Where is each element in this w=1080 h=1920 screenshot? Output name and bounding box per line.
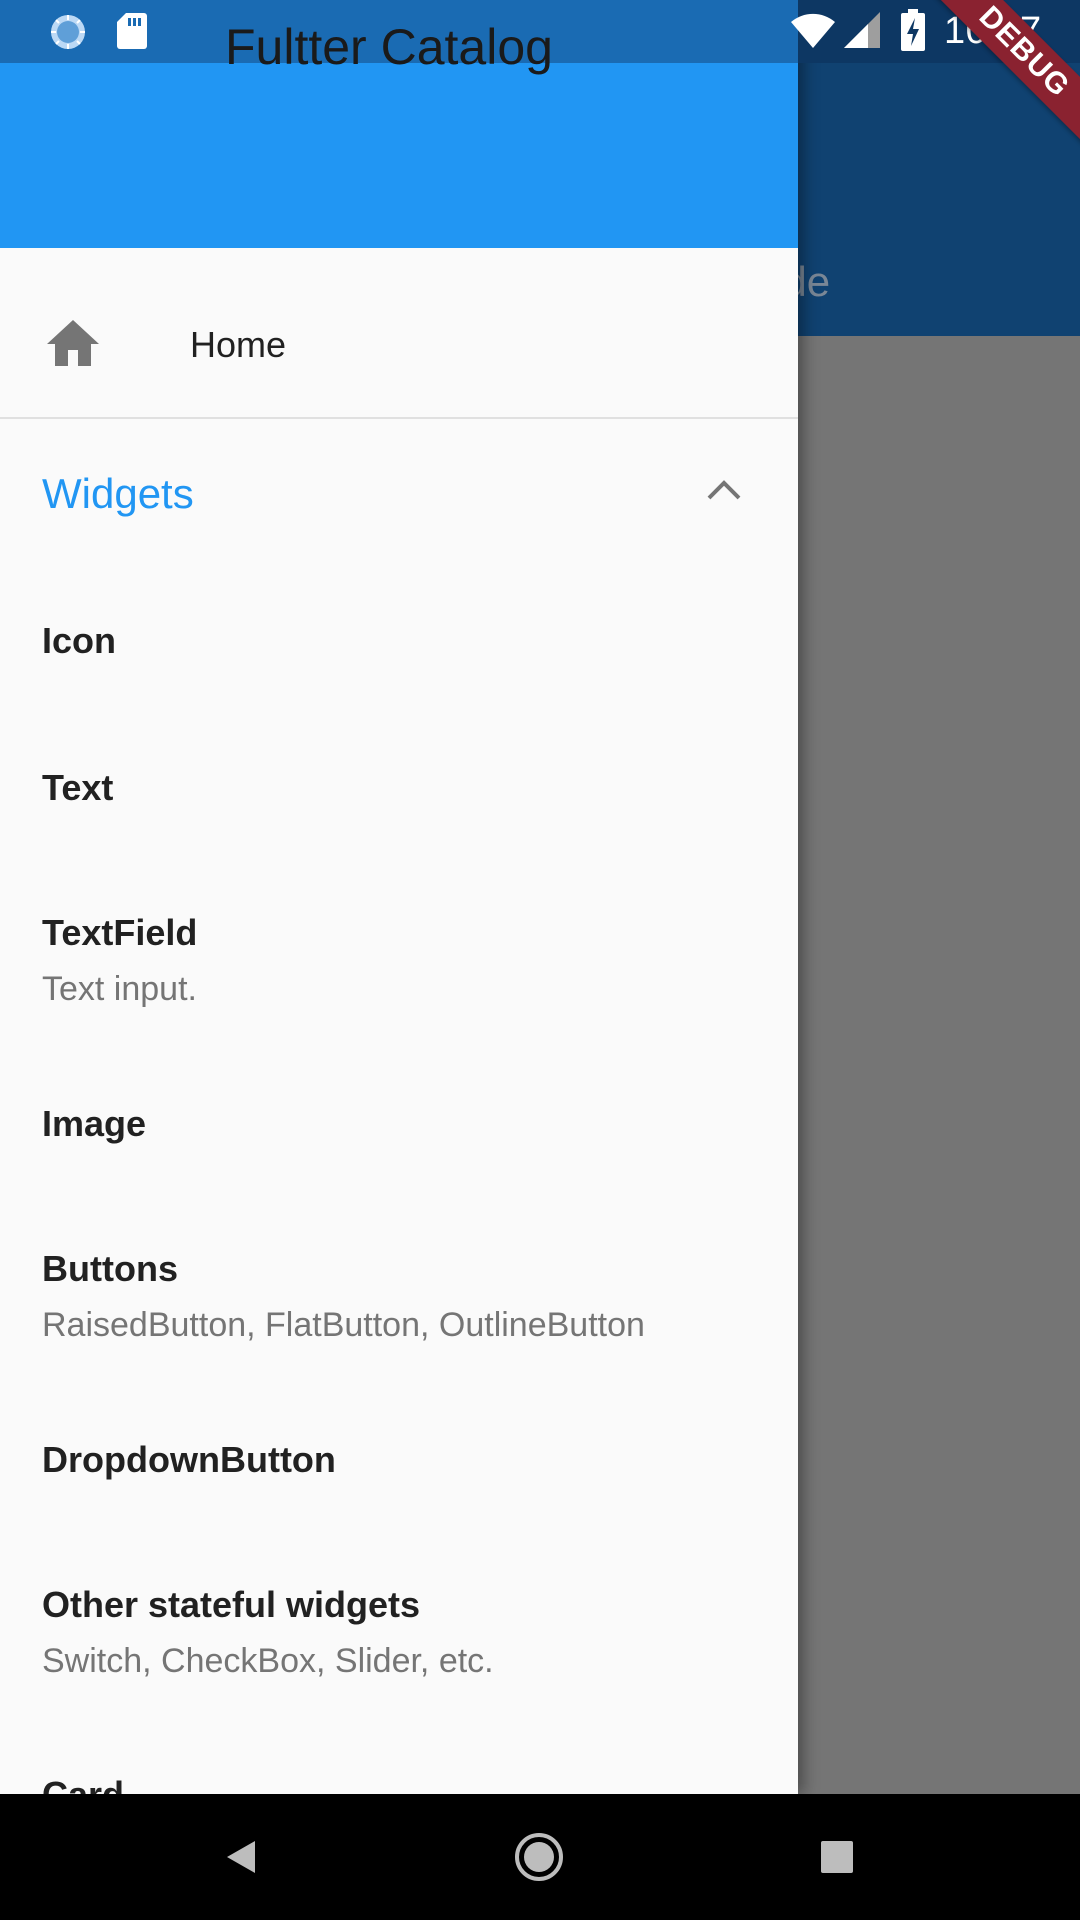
- list-item-title: TextField: [42, 912, 198, 953]
- wifi-icon: [790, 10, 836, 55]
- list-item-title: Icon: [42, 620, 117, 661]
- list-item-title: Text: [42, 767, 114, 808]
- list-item-title: Card: [42, 1774, 782, 1794]
- list-item[interactable]: Image: [42, 1103, 782, 1145]
- list-item[interactable]: TextField Text input.: [42, 912, 782, 1009]
- chevron-up-icon[interactable]: [706, 478, 742, 507]
- expansion-tile-widgets[interactable]: Widgets: [0, 430, 798, 558]
- divider: [0, 417, 798, 419]
- recents-icon[interactable]: [804, 1824, 870, 1890]
- home-icon: [46, 318, 100, 373]
- system-nav-bar: [0, 1794, 1080, 1920]
- screen: ode: [0, 0, 1080, 1920]
- section-title: Widgets: [42, 470, 194, 517]
- drawer-item-label: Home: [190, 324, 287, 365]
- battery-charging-icon: [900, 8, 926, 57]
- list-item[interactable]: Card: [42, 1774, 782, 1794]
- list-item-subtitle: RaisedButton, FlatButton, OutlineButton: [42, 1306, 645, 1344]
- navigation-drawer: Home Widgets Icon Text TextField Text in…: [0, 0, 798, 1794]
- sd-card-icon: [116, 12, 148, 55]
- list-item-subtitle: Switch, CheckBox, Slider, etc.: [42, 1642, 494, 1680]
- list-item[interactable]: Icon: [42, 620, 782, 662]
- sync-icon: [48, 12, 88, 57]
- list-item[interactable]: Text: [42, 767, 782, 809]
- list-item[interactable]: Buttons RaisedButton, FlatButton, Outlin…: [42, 1248, 782, 1345]
- drawer-item-home[interactable]: Home: [0, 280, 798, 408]
- list-item-title: DropdownButton: [42, 1439, 336, 1480]
- list-item-title: Other stateful widgets: [42, 1584, 421, 1625]
- drawer-title: Fultter Catalog: [225, 19, 553, 75]
- list-item-subtitle: Text input.: [42, 970, 197, 1008]
- list-item[interactable]: DropdownButton: [42, 1439, 782, 1481]
- list-item-title: Image: [42, 1103, 147, 1144]
- home-circle-icon[interactable]: [506, 1824, 572, 1890]
- back-icon[interactable]: [208, 1824, 274, 1890]
- cell-signal-icon: [842, 10, 882, 55]
- list-item[interactable]: Other stateful widgets Switch, CheckBox,…: [42, 1584, 782, 1681]
- list-item-title: Buttons: [42, 1248, 178, 1289]
